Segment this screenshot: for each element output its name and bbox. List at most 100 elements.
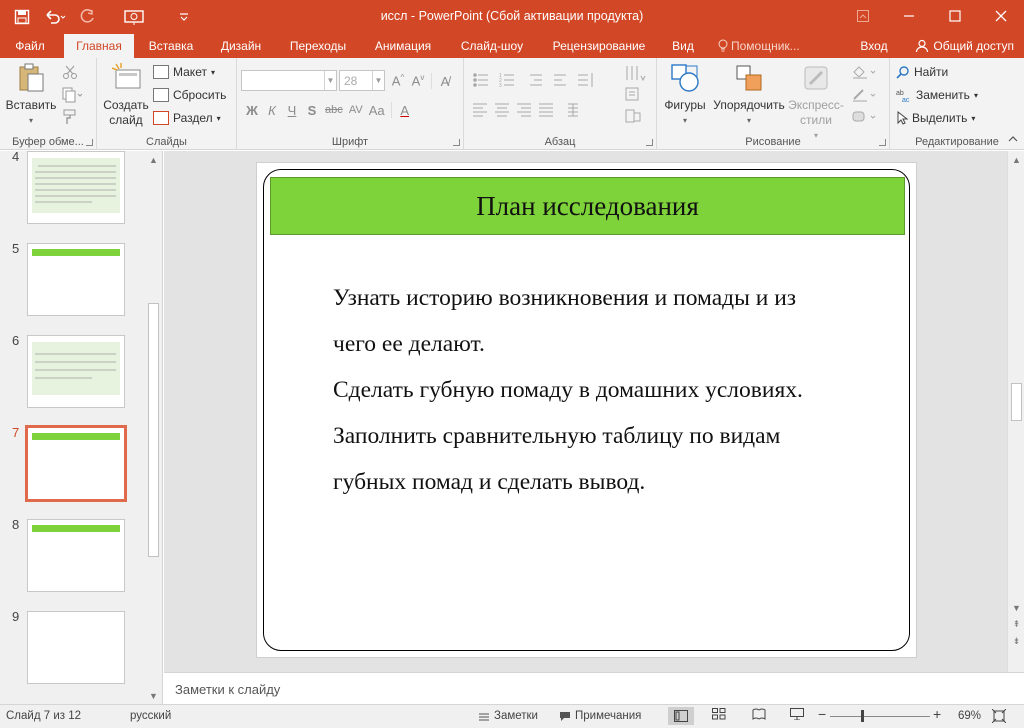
present-icon[interactable] [114,6,154,28]
italic-button[interactable]: К [265,103,279,118]
copy-icon[interactable] [62,87,84,106]
drawing-dialog-launcher[interactable] [879,139,886,146]
scroll-up-icon[interactable]: ▲ [145,151,162,168]
zoom-slider-handle[interactable] [861,710,864,722]
arrange-button[interactable]: Упорядочить ▾ [711,62,787,128]
font-name-dropdown[interactable]: ▼ [324,71,336,90]
shapes-button[interactable]: Фигуры ▾ [663,62,707,128]
reading-view-button[interactable] [752,708,766,723]
tab-transitions[interactable]: Переходы [282,34,354,58]
save-icon[interactable] [8,6,36,28]
tab-slideshow[interactable]: Слайд-шоу [452,34,532,58]
current-slide[interactable]: План исследования Узнать историю возникн… [256,162,917,658]
tab-tell-me[interactable]: Помощник... [718,34,818,58]
slide-thumbnail-8[interactable] [27,519,125,592]
person-icon [916,39,929,53]
font-size-dropdown[interactable]: ▼ [372,71,384,90]
share-button[interactable]: Общий доступ [915,34,1014,58]
reset-button[interactable]: Сбросить [153,85,226,105]
tab-animation[interactable]: Анимация [366,34,440,58]
align-text-icon[interactable] [624,86,646,107]
next-slide-icon[interactable]: ⇟ [1008,633,1024,650]
zoom-level[interactable]: 69% [958,710,981,722]
quick-styles-button[interactable]: Экспресс-стили ▾ [785,62,847,143]
smartart-icon[interactable] [624,108,646,129]
underline-button[interactable]: Ч [285,103,299,118]
format-painter-icon[interactable] [62,109,78,128]
text-direction-icon[interactable] [624,64,646,87]
slide-scrollbar[interactable]: ▲ ▼ ⇞ ⇟ [1007,151,1024,672]
normal-view-button[interactable] [668,707,694,725]
previous-slide-icon[interactable]: ⇞ [1008,616,1024,633]
bold-button[interactable]: Ж [245,103,259,118]
notes-pane[interactable]: Заметки к слайду [164,672,1024,704]
minimize-icon[interactable] [886,0,932,32]
scroll-down-icon[interactable]: ▼ [145,687,162,704]
maximize-icon[interactable] [932,0,978,32]
shrink-font-icon[interactable]: Av [411,73,425,88]
shape-outline-icon[interactable] [851,87,879,106]
section-button[interactable]: Раздел ▾ [153,108,221,128]
slide-title[interactable]: План исследования [270,177,905,235]
zoom-out-button[interactable]: − [818,706,826,722]
tab-home[interactable]: Главная [64,34,134,58]
ribbon-display-icon[interactable] [840,0,886,32]
layout-icon [153,65,169,79]
select-button[interactable]: Выделить ▾ [896,108,975,128]
slideshow-icon [790,708,804,721]
tab-signin[interactable]: Вход [852,34,896,58]
zoom-in-button[interactable]: + [933,706,941,722]
char-spacing-button[interactable]: AV [349,104,363,116]
collapse-ribbon-icon[interactable] [1008,132,1018,146]
slide-thumbnail-5[interactable] [27,243,125,316]
paragraph-dialog-launcher[interactable] [646,139,653,146]
font-size-input[interactable]: 28 ▼ [339,70,385,91]
tab-design[interactable]: Дизайн [212,34,270,58]
change-case-button[interactable]: Aa [369,103,385,118]
scroll-up-icon[interactable]: ▲ [1008,151,1024,168]
slide-body-text[interactable]: Узнать историю возникновения и помады и … [333,275,873,505]
zoom-slider[interactable] [830,716,930,717]
grow-font-icon[interactable]: A^ [391,73,405,88]
shape-effects-icon[interactable] [851,109,879,128]
thumb-number-9: 9 [12,609,20,624]
slide-thumbnail-9[interactable] [27,611,125,684]
slide-sorter-button[interactable] [712,708,726,723]
clipboard-dialog-launcher[interactable] [86,139,93,146]
comments-toggle[interactable]: Примечания [559,710,641,722]
slide-thumbnail-7[interactable] [25,425,127,502]
redo-icon[interactable] [74,6,102,28]
replace-button[interactable]: ab ac Заменить ▾ [896,85,978,105]
tab-review[interactable]: Рецензирование [544,34,654,58]
find-button[interactable]: Найти [896,62,948,82]
cut-icon[interactable] [62,64,78,83]
font-name-input[interactable]: ▼ [241,70,337,91]
scrollbar-thumb[interactable] [1011,383,1022,421]
slide-thumbnail-6[interactable] [27,335,125,408]
slide-thumbnail-4[interactable] [27,151,125,224]
thumb-text-block [32,158,120,213]
tab-file[interactable]: Файл [6,34,54,58]
customize-icon[interactable] [170,6,198,28]
undo-icon[interactable] [38,6,72,28]
tab-insert[interactable]: Вставка [140,34,202,58]
fit-slide-button[interactable] [991,708,1007,726]
scroll-down-icon[interactable]: ▼ [1008,599,1024,616]
strikethrough-button[interactable]: abc [325,104,343,116]
shape-fill-icon[interactable] [851,64,879,83]
font-color-button[interactable]: A [398,103,412,118]
language-indicator[interactable]: русский [130,710,171,722]
new-slide-icon [111,63,141,89]
thumbnail-scrollbar[interactable]: ▲ ▼ [145,151,162,704]
layout-button[interactable]: Макет ▾ [153,62,215,82]
close-icon[interactable] [978,0,1024,32]
clear-format-icon[interactable]: A̸ [438,74,452,89]
scrollbar-thumb[interactable] [148,303,159,557]
slideshow-button[interactable] [790,708,804,723]
new-slide-button[interactable]: Создать слайд [101,62,151,128]
notes-toggle[interactable]: Заметки [478,710,538,722]
font-dialog-launcher[interactable] [453,139,460,146]
tab-view[interactable]: Вид [666,34,700,58]
shadow-button[interactable]: S [305,103,319,118]
paste-button[interactable]: Вставить ▾ [5,62,57,128]
